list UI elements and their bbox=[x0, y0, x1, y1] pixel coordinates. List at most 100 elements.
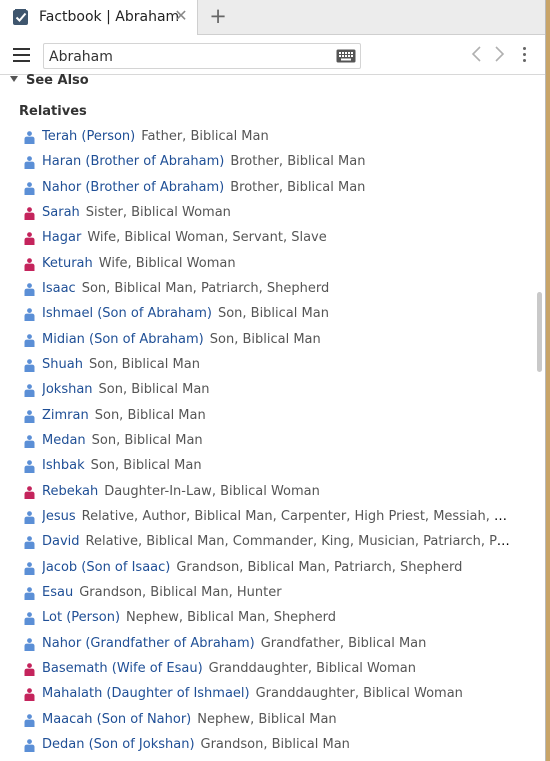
relative-description: Son, Biblical Man bbox=[209, 331, 321, 347]
relative-row: Esau Grandson, Biblical Man, Hunter bbox=[0, 581, 530, 606]
relative-description: Relative, Author, Biblical Man, Carpente… bbox=[81, 508, 512, 524]
male-person-icon bbox=[24, 409, 35, 423]
relative-row: Ishmael (Son of Abraham) Son, Biblical Ma… bbox=[0, 302, 530, 327]
relative-row-text: Medan Son, Biblical Man bbox=[42, 433, 512, 448]
relative-row-text: Ishbak Son, Biblical Man bbox=[42, 458, 512, 473]
relative-row: Terah (Person) Father, Biblical Man bbox=[0, 125, 530, 150]
relatives-heading: Relatives bbox=[19, 104, 87, 119]
relative-name-link[interactable]: Medan bbox=[42, 433, 86, 448]
relative-row: Hagar Wife, Biblical Woman, Servant, Slav… bbox=[0, 226, 530, 251]
back-arrow-icon[interactable] bbox=[470, 45, 484, 63]
relative-row: Dedan (Son of Jokshan) Grandson, Biblical… bbox=[0, 733, 530, 758]
relative-name-link[interactable]: Keturah bbox=[42, 256, 93, 271]
male-person-icon bbox=[24, 561, 35, 575]
relative-name-link[interactable]: Ishbak bbox=[42, 458, 85, 473]
relative-row-text: Keturah Wife, Biblical Woman bbox=[42, 256, 512, 271]
relative-row-text: Jacob (Son of Isaac) Grandson, Biblical M… bbox=[42, 560, 512, 575]
male-person-icon bbox=[24, 283, 35, 296]
relative-name-link[interactable]: Isaac bbox=[42, 281, 76, 296]
relative-name-link[interactable]: Jesus bbox=[42, 509, 76, 524]
relative-name-link[interactable]: Mahalath (Daughter of Ishmael) bbox=[42, 686, 250, 701]
relative-name-link[interactable]: David bbox=[42, 534, 80, 549]
relative-name-link[interactable]: Maacah (Son of Nahor) bbox=[42, 712, 191, 727]
relative-description: Son, Biblical Man bbox=[217, 306, 329, 322]
relative-description: Granddaughter, Biblical Woman bbox=[255, 686, 463, 702]
relative-row-text: Midian (Son of Abraham) Son, Biblical Man bbox=[42, 332, 512, 347]
relative-row-text: Mahalath (Daughter of Ishmael) Granddaugh… bbox=[42, 686, 512, 701]
relative-name-link[interactable]: Lot (Person) bbox=[42, 610, 120, 625]
relative-description: Grandson, Biblical Man, Patriarch, Sheph… bbox=[176, 559, 463, 575]
see-also-title: See Also bbox=[26, 73, 89, 88]
search-box[interactable] bbox=[43, 43, 361, 69]
search-input[interactable] bbox=[47, 45, 331, 69]
relative-description: Wife, Biblical Woman, Servant, Slave bbox=[87, 230, 327, 246]
relative-description: Son, Biblical Man, Patriarch, Shepherd bbox=[81, 280, 330, 296]
male-person-icon bbox=[24, 460, 35, 474]
relative-name-link[interactable]: Terah (Person) bbox=[42, 129, 135, 144]
relative-description: Grandson, Biblical Man, Hunter bbox=[79, 584, 282, 600]
female-person-icon bbox=[24, 232, 35, 246]
relative-row: Jokshan Son, Biblical Man bbox=[0, 378, 530, 403]
relative-name-link[interactable]: Rebekah bbox=[42, 484, 98, 499]
relative-row: Sarah Sister, Biblical Woman bbox=[0, 201, 530, 226]
menu-icon[interactable] bbox=[13, 48, 30, 62]
forward-arrow-icon[interactable] bbox=[492, 45, 506, 63]
relative-name-link[interactable]: Basemath (Wife of Esau) bbox=[42, 661, 203, 676]
relative-description: Granddaughter, Biblical Woman bbox=[208, 660, 416, 676]
relative-description: Nephew, Biblical Man bbox=[197, 711, 337, 727]
relative-row-text: Haran (Brother of Abraham) Brother, Bibli… bbox=[42, 154, 512, 169]
male-person-icon bbox=[24, 181, 35, 195]
add-tab-icon[interactable]: + bbox=[208, 4, 228, 28]
relative-description: Brother, Biblical Man bbox=[230, 179, 366, 195]
relative-row: Rebekah Daughter-In-Law, Biblical Woman bbox=[0, 480, 530, 505]
relative-row-text: Lot (Person) Nephew, Biblical Man, Shephe… bbox=[42, 610, 512, 625]
relative-name-link[interactable]: Sarah bbox=[42, 205, 80, 220]
relative-name-link[interactable]: Haran (Brother of Abraham) bbox=[42, 154, 224, 169]
relative-name-link[interactable]: Shuah bbox=[42, 357, 83, 372]
male-person-icon bbox=[24, 131, 35, 144]
relative-name-link[interactable]: Nahor (Brother of Abraham) bbox=[42, 180, 224, 195]
relative-row: Haran (Brother of Abraham) Brother, Bibli… bbox=[0, 150, 530, 175]
relative-name-link[interactable]: Midian (Son of Abraham) bbox=[42, 332, 204, 347]
relative-name-link[interactable]: Hagar bbox=[42, 230, 81, 245]
relative-name-link[interactable]: Ishmael (Son of Abraham) bbox=[42, 306, 212, 321]
relative-description: Son, Biblical Man bbox=[98, 382, 210, 398]
female-person-icon bbox=[24, 207, 35, 220]
tab-title: Factbook | Abraham bbox=[39, 9, 180, 25]
male-person-icon bbox=[24, 713, 35, 727]
relative-description: Grandson, Biblical Man bbox=[200, 736, 350, 752]
relative-row-text: Nahor (Grandfather of Abraham) Grandfathe… bbox=[42, 636, 512, 651]
relative-row: Medan Son, Biblical Man bbox=[0, 429, 530, 454]
close-icon[interactable]: ✕ bbox=[173, 6, 189, 26]
relative-row: Basemath (Wife of Esau) Granddaughter, Bi… bbox=[0, 657, 530, 682]
relative-row-text: Ishmael (Son of Abraham) Son, Biblical Ma… bbox=[42, 306, 512, 321]
relative-description: Sister, Biblical Woman bbox=[85, 204, 231, 220]
male-person-icon bbox=[24, 511, 35, 524]
relative-row-text: Hagar Wife, Biblical Woman, Servant, Slav… bbox=[42, 230, 512, 245]
relative-name-link[interactable]: Zimran bbox=[42, 408, 89, 423]
relative-name-link[interactable]: Esau bbox=[42, 585, 73, 600]
relative-row: Isaac Son, Biblical Man, Patriarch, Sheph… bbox=[0, 277, 530, 302]
relative-description: Brother, Biblical Man bbox=[230, 154, 366, 170]
keyboard-icon[interactable] bbox=[336, 49, 356, 63]
scrollbar-thumb[interactable] bbox=[537, 292, 542, 372]
collapse-caret-icon[interactable] bbox=[10, 76, 18, 82]
relative-name-link[interactable]: Dedan (Son of Jokshan) bbox=[42, 737, 195, 752]
more-options-icon[interactable] bbox=[522, 47, 528, 65]
male-person-icon bbox=[24, 308, 35, 322]
relative-row-text: Maacah (Son of Nahor) Nephew, Biblical Ma… bbox=[42, 712, 512, 727]
male-person-icon bbox=[24, 384, 35, 398]
relative-name-link[interactable]: Nahor (Grandfather of Abraham) bbox=[42, 636, 255, 651]
relative-row: Nahor (Grandfather of Abraham) Grandfathe… bbox=[0, 632, 530, 657]
tab-factbook[interactable]: Factbook | Abraham ✕ bbox=[0, 0, 198, 35]
female-person-icon bbox=[24, 485, 35, 499]
relative-row-text: Shuah Son, Biblical Man bbox=[42, 357, 512, 372]
relative-row: Nahor (Brother of Abraham) Brother, Bibli… bbox=[0, 176, 530, 201]
relative-name-link[interactable]: Jokshan bbox=[42, 382, 93, 397]
relative-name-link[interactable]: Jacob (Son of Isaac) bbox=[42, 560, 170, 575]
male-person-icon bbox=[24, 333, 35, 347]
relative-row: David Relative, Biblical Man, Commander, … bbox=[0, 530, 530, 555]
relative-description: Father, Biblical Man bbox=[141, 129, 269, 144]
see-also-section-header[interactable]: See Also bbox=[10, 73, 89, 91]
relative-description: Daughter-In-Law, Biblical Woman bbox=[104, 483, 320, 499]
